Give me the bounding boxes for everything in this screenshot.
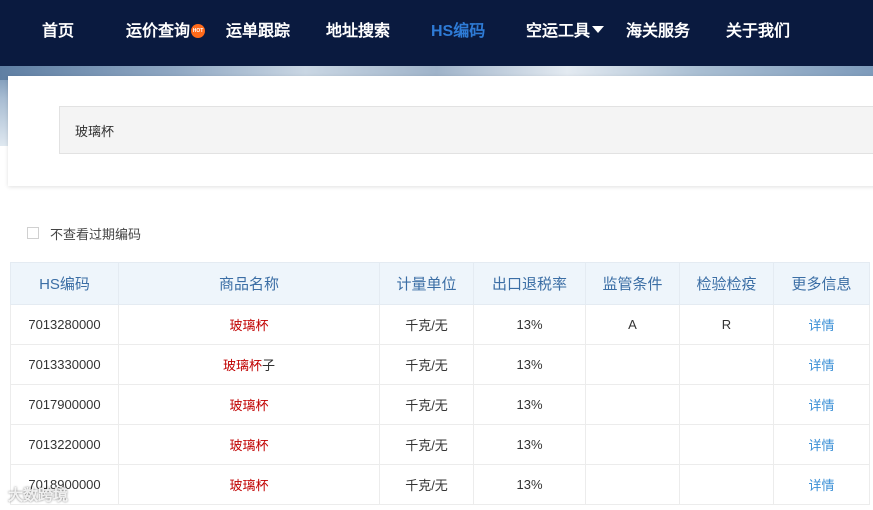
name-rest: 子 bbox=[262, 358, 276, 373]
cell-tax-rebate: 13% bbox=[473, 464, 586, 505]
name-match: 玻璃杯 bbox=[229, 318, 269, 333]
header-hs-code: HS编码 bbox=[10, 262, 119, 305]
details-link[interactable]: 详情 bbox=[773, 304, 870, 345]
cell-tax-rebate: 13% bbox=[473, 384, 586, 425]
table-row: 7017900000 玻璃杯 千克/无 13% 详情 bbox=[10, 384, 870, 425]
nav-item-label: 运价查询 bbox=[126, 23, 191, 40]
nav-item-label: 运单跟踪 bbox=[226, 23, 291, 40]
details-link[interactable]: 详情 bbox=[773, 424, 870, 465]
search-input[interactable] bbox=[59, 106, 873, 154]
cell-inspection bbox=[679, 424, 774, 465]
nav-item-freight-rates[interactable]: 运价查询 HOT bbox=[126, 0, 206, 66]
cell-unit: 千克/无 bbox=[379, 464, 474, 505]
name-match: 玻璃杯 bbox=[229, 478, 269, 493]
cell-supervision bbox=[585, 344, 680, 385]
nav-item-hs-code[interactable]: HS编码 bbox=[431, 0, 485, 66]
cell-tax-rebate: 13% bbox=[473, 424, 586, 465]
cell-hs-code: 7013220000 bbox=[10, 424, 119, 465]
nav-item-label: 地址搜索 bbox=[326, 23, 391, 40]
cell-product-name: 玻璃杯子 bbox=[118, 344, 380, 385]
table-row: 7013280000 玻璃杯 千克/无 13% A R 详情 bbox=[10, 304, 870, 345]
watermark: 大数跨境 bbox=[8, 487, 69, 504]
header-product-name: 商品名称 bbox=[118, 262, 380, 305]
cell-tax-rebate: 13% bbox=[473, 304, 586, 345]
cell-product-name: 玻璃杯 bbox=[118, 424, 380, 465]
details-link[interactable]: 详情 bbox=[773, 384, 870, 425]
hot-badge-icon: HOT bbox=[191, 23, 206, 38]
nav-item-about[interactable]: 关于我们 bbox=[726, 0, 790, 66]
expired-code-filter[interactable]: 不查看过期编码 bbox=[27, 224, 141, 242]
cell-product-name: 玻璃杯 bbox=[118, 304, 380, 345]
header-more-info: 更多信息 bbox=[773, 262, 870, 305]
cell-product-name: 玻璃杯 bbox=[118, 384, 380, 425]
cell-unit: 千克/无 bbox=[379, 344, 474, 385]
cell-product-name: 玻璃杯 bbox=[118, 464, 380, 505]
cell-unit: 千克/无 bbox=[379, 384, 474, 425]
name-match: 玻璃杯 bbox=[229, 438, 269, 453]
cell-supervision bbox=[585, 464, 680, 505]
nav-item-customs[interactable]: 海关服务 bbox=[626, 0, 690, 66]
details-link[interactable]: 详情 bbox=[773, 344, 870, 385]
nav-item-address-search[interactable]: 地址搜索 bbox=[326, 0, 390, 66]
table-row: 7013220000 玻璃杯 千克/无 13% 详情 bbox=[10, 424, 870, 465]
top-nav: 首页 运价查询 HOT 运单跟踪 地址搜索 HS编码 空运工具 海关服务 关于我们 bbox=[0, 0, 873, 66]
cell-supervision bbox=[585, 424, 680, 465]
nav-item-air-tools[interactable]: 空运工具 bbox=[526, 0, 605, 66]
table-row: 7013330000 玻璃杯子 千克/无 13% 详情 bbox=[10, 344, 870, 385]
table-header-row: HS编码 商品名称 计量单位 出口退税率 监管条件 检验检疫 更多信息 bbox=[10, 262, 870, 305]
cell-inspection: R bbox=[679, 304, 774, 345]
cell-hs-code: 7017900000 bbox=[10, 384, 119, 425]
cell-unit: 千克/无 bbox=[379, 304, 474, 345]
filter-label: 不查看过期编码 bbox=[50, 226, 142, 242]
cell-tax-rebate: 13% bbox=[473, 344, 586, 385]
name-match: 玻璃杯 bbox=[229, 398, 269, 413]
nav-item-tracking[interactable]: 运单跟踪 bbox=[226, 0, 290, 66]
header-inspection: 检验检疫 bbox=[679, 262, 774, 305]
nav-item-home[interactable]: 首页 bbox=[42, 0, 74, 66]
name-match: 玻璃杯 bbox=[222, 358, 262, 373]
cell-supervision bbox=[585, 384, 680, 425]
cell-unit: 千克/无 bbox=[379, 424, 474, 465]
caret-down-icon bbox=[592, 26, 605, 34]
details-link[interactable]: 详情 bbox=[773, 464, 870, 505]
cell-hs-code: 7013330000 bbox=[10, 344, 119, 385]
cell-inspection bbox=[679, 344, 774, 385]
header-unit: 计量单位 bbox=[379, 262, 474, 305]
search-card bbox=[8, 76, 873, 186]
cell-supervision: A bbox=[585, 304, 680, 345]
table-row: 7018900000 玻璃杯 千克/无 13% 详情 bbox=[10, 464, 870, 505]
cell-inspection bbox=[679, 384, 774, 425]
hs-code-table: HS编码 商品名称 计量单位 出口退税率 监管条件 检验检疫 更多信息 7013… bbox=[10, 262, 870, 505]
nav-item-label: 海关服务 bbox=[626, 23, 691, 40]
nav-item-label: 关于我们 bbox=[726, 23, 791, 40]
header-tax-rebate: 出口退税率 bbox=[473, 262, 586, 305]
nav-item-label: 首页 bbox=[42, 23, 75, 40]
cell-hs-code: 7013280000 bbox=[10, 304, 119, 345]
header-supervision: 监管条件 bbox=[585, 262, 680, 305]
cell-inspection bbox=[679, 464, 774, 505]
nav-item-label: 空运工具 bbox=[526, 23, 591, 40]
checkbox[interactable] bbox=[27, 227, 39, 239]
nav-item-label: HS编码 bbox=[431, 23, 486, 40]
